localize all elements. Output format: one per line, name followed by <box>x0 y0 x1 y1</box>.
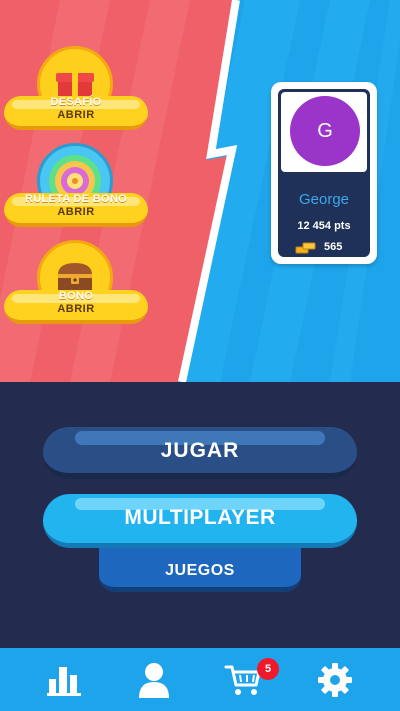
avatar: G <box>290 96 360 166</box>
avatar-frame: G <box>281 92 367 172</box>
games-button-label: JUEGOS <box>165 562 235 579</box>
multiplayer-button-label: MULTIPLAYER <box>124 506 276 529</box>
profile-icon <box>139 662 169 698</box>
cart-badge: 5 <box>257 658 279 680</box>
bonus-reward[interactable]: BONO ABRIR <box>4 240 148 324</box>
play-button[interactable]: JUGAR <box>43 427 357 479</box>
stats-icon <box>47 666 81 696</box>
hero-panel: DESAFÍO ABRIR RULETA DE BONO ABRIR BONO … <box>0 0 400 382</box>
challenge-reward[interactable]: DESAFÍO ABRIR <box>4 46 148 130</box>
profile-card-inner: G George 12 454 pts 565 <box>278 89 370 257</box>
player-name: George <box>298 191 350 208</box>
player-coins: 565 <box>324 241 343 253</box>
reward-title: BONO <box>58 290 94 302</box>
nav-stats[interactable] <box>29 648 99 711</box>
profile-card[interactable]: G George 12 454 pts 565 <box>271 82 377 264</box>
reward-title: DESAFÍO <box>50 96 102 108</box>
nav-profile[interactable] <box>119 648 189 711</box>
reward-title: RULETA DE BONO <box>25 193 127 205</box>
player-points: 12 454 pts <box>297 220 351 232</box>
open-button[interactable]: ABRIR <box>4 109 148 121</box>
open-button[interactable]: ABRIR <box>4 206 148 218</box>
open-button[interactable]: ABRIR <box>4 303 148 315</box>
games-button[interactable]: JUEGOS <box>99 546 301 592</box>
play-button-label: JUGAR <box>160 439 240 462</box>
nav-settings[interactable] <box>300 648 370 711</box>
bonus-wheel-reward[interactable]: RULETA DE BONO ABRIR <box>4 143 148 227</box>
multiplayer-button[interactable]: MULTIPLAYER <box>43 494 357 548</box>
coins-icon <box>295 242 316 254</box>
bottom-nav <box>0 648 400 711</box>
settings-icon <box>318 662 352 697</box>
